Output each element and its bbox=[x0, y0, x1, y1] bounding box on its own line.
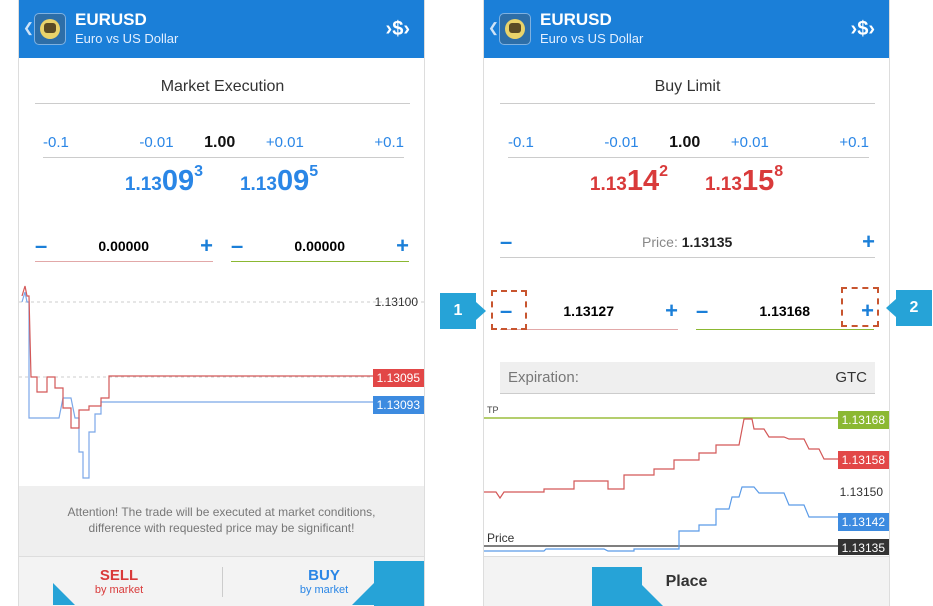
price-value[interactable]: 1.13135 bbox=[682, 234, 733, 250]
callout-badge-1: 1 bbox=[440, 293, 476, 329]
price-row: Price: 1.13135 bbox=[642, 234, 732, 250]
volume-value[interactable]: 1.00 bbox=[669, 134, 700, 152]
volume-value[interactable]: 1.00 bbox=[204, 134, 235, 152]
trade-icon[interactable]: ›$› bbox=[386, 18, 410, 41]
price-label-mid: 1.13150 bbox=[839, 485, 883, 499]
expiration-label: Expiration: bbox=[508, 369, 579, 386]
plus-icon[interactable]: + bbox=[200, 233, 213, 259]
price-label: Price: bbox=[642, 233, 678, 250]
minus-icon[interactable]: – bbox=[231, 233, 243, 259]
bid-line bbox=[484, 418, 889, 500]
pointer-decoration bbox=[352, 583, 374, 605]
chevron-left-icon[interactable]: ❮ bbox=[23, 20, 34, 36]
ask-line bbox=[484, 486, 889, 552]
trade-icon[interactable]: ›$› bbox=[851, 18, 875, 41]
ask-tag: 1.13142 bbox=[837, 513, 889, 531]
price-line-label: Price bbox=[487, 531, 515, 545]
plus-icon[interactable]: + bbox=[396, 233, 409, 259]
bid-price: 1.13142 bbox=[589, 163, 669, 197]
take-profit-value[interactable]: 0.00000 bbox=[294, 238, 345, 254]
price-field[interactable]: – Price: 1.13135 + bbox=[500, 226, 875, 258]
bid-line bbox=[21, 285, 424, 429]
ask-price: 1.13158 bbox=[704, 163, 784, 197]
price-label-top: 1.13100 bbox=[374, 295, 418, 309]
volume-plus-0-1[interactable]: +0.1 bbox=[839, 134, 869, 151]
minus-icon[interactable]: – bbox=[696, 298, 708, 324]
volume-plus-0-01[interactable]: +0.01 bbox=[266, 134, 304, 151]
callout-arrow bbox=[886, 299, 896, 317]
minus-icon[interactable]: – bbox=[500, 229, 512, 255]
tp-line-label: TP bbox=[487, 405, 499, 415]
tp-tag: 1.13168 bbox=[837, 411, 889, 429]
symbol-title: EURUSD bbox=[540, 10, 612, 29]
sell-label: SELL bbox=[99, 567, 139, 584]
place-label: Place bbox=[665, 573, 708, 590]
price-chart: TP Price 1.13168 1.13158 1.13150 1.13142… bbox=[484, 405, 889, 555]
header-bar: ❮ EURUSD Euro vs US Dollar ›$› bbox=[484, 0, 889, 58]
sell-button[interactable]: SELL by market bbox=[19, 557, 219, 606]
stop-loss-value[interactable]: 0.00000 bbox=[98, 238, 149, 254]
order-type-label: Market Execution bbox=[160, 78, 285, 95]
pending-order-screen: ❮ EURUSD Euro vs US Dollar ›$› Buy Limit… bbox=[483, 0, 890, 606]
pointer-decoration bbox=[374, 561, 424, 606]
header-bar: ❮ EURUSD Euro vs US Dollar ›$› bbox=[19, 0, 424, 58]
price-chart-lines bbox=[484, 417, 889, 552]
order-type-select[interactable]: Market Execution bbox=[35, 78, 410, 104]
bid-tag: 1.13158 bbox=[837, 451, 889, 469]
expiration-value: GTC bbox=[835, 369, 867, 386]
volume-minus-0-1[interactable]: -0.1 bbox=[508, 134, 534, 151]
tick-chart: 1.13100 1.13095 1.13093 bbox=[19, 282, 424, 482]
trade-buttons: SELL by market BUY by market bbox=[19, 556, 424, 606]
app-logo-icon bbox=[499, 13, 531, 45]
volume-plus-0-1[interactable]: +0.1 bbox=[374, 134, 404, 151]
ask-price: 1.13095 bbox=[239, 163, 319, 197]
highlight-take-profit-plus bbox=[841, 287, 879, 327]
symbol-description: Euro vs US Dollar bbox=[540, 31, 644, 46]
symbol-description: Euro vs US Dollar bbox=[75, 31, 179, 46]
volume-stepper[interactable]: -0.1 -0.01 1.00 +0.01 +0.1 bbox=[508, 128, 869, 158]
order-type-select[interactable]: Buy Limit bbox=[500, 78, 875, 104]
volume-stepper[interactable]: -0.1 -0.01 1.00 +0.01 +0.1 bbox=[43, 128, 404, 158]
tick-chart-lines bbox=[19, 285, 424, 479]
volume-minus-0-1[interactable]: -0.1 bbox=[43, 134, 69, 151]
divider bbox=[222, 567, 223, 597]
market-execution-screen: ❮ EURUSD Euro vs US Dollar ›$› Market Ex… bbox=[18, 0, 425, 606]
callout-badge-2: 2 bbox=[896, 290, 932, 326]
ask-line bbox=[21, 291, 424, 479]
volume-minus-0-01[interactable]: -0.01 bbox=[604, 134, 638, 151]
stop-loss-value[interactable]: 1.13127 bbox=[563, 303, 614, 319]
place-button[interactable]: Place bbox=[484, 556, 889, 606]
volume-minus-0-01[interactable]: -0.01 bbox=[139, 134, 173, 151]
bid-tag: 1.13095 bbox=[372, 369, 424, 387]
bid-price: 1.13093 bbox=[124, 163, 204, 197]
pointer-decoration bbox=[53, 583, 75, 605]
callout-arrow bbox=[476, 302, 486, 320]
pointer-decoration bbox=[592, 567, 642, 606]
expiration-select[interactable]: Expiration: GTC bbox=[500, 362, 875, 394]
symbol-title: EURUSD bbox=[75, 10, 147, 29]
take-profit-value[interactable]: 1.13168 bbox=[759, 303, 810, 319]
market-notice: Attention! The trade will be executed at… bbox=[19, 486, 424, 556]
highlight-stop-loss-minus bbox=[491, 290, 527, 330]
price-tag: 1.13135 bbox=[837, 539, 889, 555]
chevron-left-icon[interactable]: ❮ bbox=[488, 20, 499, 36]
sell-sublabel: by market bbox=[94, 584, 144, 596]
plus-icon[interactable]: + bbox=[665, 298, 678, 324]
quotes: 1.13142 1.13158 bbox=[484, 163, 889, 198]
ask-tag: 1.13093 bbox=[372, 396, 424, 414]
take-profit-field[interactable]: – 0.00000 + bbox=[231, 230, 409, 262]
plus-icon[interactable]: + bbox=[862, 229, 875, 255]
order-type-label: Buy Limit bbox=[654, 78, 721, 95]
pointer-decoration bbox=[642, 585, 664, 606]
volume-plus-0-01[interactable]: +0.01 bbox=[731, 134, 769, 151]
stop-loss-field[interactable]: – 0.00000 + bbox=[35, 230, 213, 262]
minus-icon[interactable]: – bbox=[35, 233, 47, 259]
quotes: 1.13093 1.13095 bbox=[19, 163, 424, 198]
app-logo-icon bbox=[34, 13, 66, 45]
